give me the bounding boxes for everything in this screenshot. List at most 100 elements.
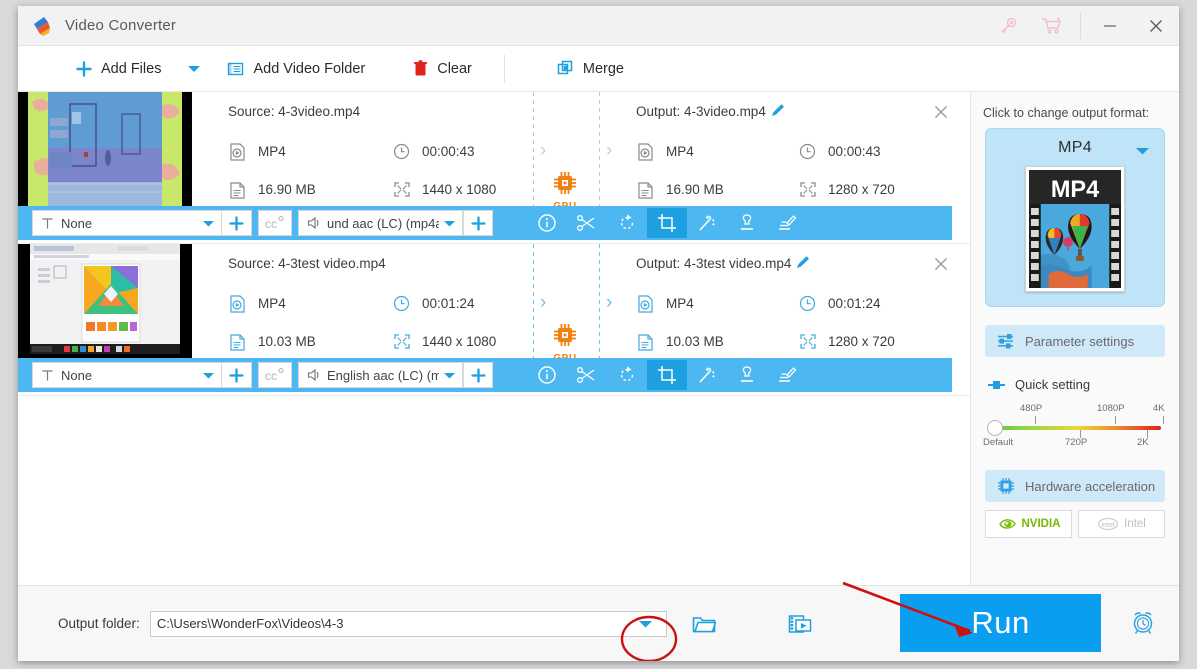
output-resolution-value: 1280 x 720: [828, 182, 895, 197]
effect-icon[interactable]: [687, 360, 727, 390]
output-format-value: MP4: [666, 144, 694, 159]
remove-item-button[interactable]: [933, 104, 951, 122]
caret-down-icon: [188, 65, 201, 72]
resolution-icon: [392, 332, 411, 351]
merge-button[interactable]: Merge: [547, 46, 634, 91]
output-duration-value: 00:00:43: [828, 144, 881, 159]
source-size-value: 10.03 MB: [258, 334, 316, 349]
add-subtitle-button[interactable]: [222, 210, 252, 236]
output-folder-input[interactable]: C:\Users\WonderFox\Videos\4-3: [149, 610, 667, 637]
info-icon[interactable]: [527, 360, 567, 390]
video-thumbnail: [18, 92, 192, 206]
source-duration-value: 00:00:43: [422, 144, 475, 159]
audio-track-select[interactable]: und aac (LC) (mp4a: [298, 210, 463, 236]
output-size-value: 10.03 MB: [666, 334, 724, 349]
schedule-button[interactable]: [1129, 608, 1157, 641]
svg-text:cc: cc: [265, 217, 277, 231]
slider-tick: [1035, 416, 1036, 424]
gpu-chip-icon: [554, 172, 576, 194]
output-duration: 00:00:43: [798, 142, 881, 161]
file-size-icon: [228, 332, 247, 351]
add-video-folder-label: Add Video Folder: [253, 60, 366, 77]
add-audio-button[interactable]: [463, 362, 493, 388]
media-library-button[interactable]: [777, 613, 823, 635]
crop-icon[interactable]: [647, 360, 687, 390]
minimize-button[interactable]: [1087, 6, 1133, 46]
slider-label-480p: 480P: [1020, 403, 1043, 414]
plus-icon: [470, 367, 486, 383]
closed-caption-button[interactable]: cc: [258, 362, 292, 388]
add-audio-button[interactable]: [463, 210, 493, 236]
format-thumbnail: MP4: [1025, 166, 1125, 292]
subtitle-select[interactable]: None: [32, 210, 222, 236]
rotate-icon[interactable]: [607, 208, 647, 238]
caret-down-icon[interactable]: [1135, 143, 1150, 161]
app-window: Video Converter Add Files Add Video Fold…: [18, 6, 1179, 661]
source-duration: 00:00:43: [392, 142, 475, 161]
rename-output-icon[interactable]: [794, 254, 811, 276]
source-filename: Source: 4-3test video.mp4: [228, 256, 386, 271]
slider-label-2k: 2K: [1137, 437, 1149, 448]
source-format: MP4: [228, 294, 286, 313]
remove-item-button[interactable]: [933, 256, 951, 274]
effect-icon[interactable]: [687, 208, 727, 238]
closed-caption-button[interactable]: cc: [258, 210, 292, 236]
watermark-icon[interactable]: [727, 208, 767, 238]
watermark-icon[interactable]: [727, 360, 767, 390]
output-folder-dropdown[interactable]: [626, 612, 666, 636]
video-file-icon: [636, 294, 655, 313]
output-settings-panel: Click to change output format: MP4 MP4 P…: [970, 92, 1179, 618]
add-video-folder-button[interactable]: Add Video Folder: [217, 46, 375, 91]
file-size-icon: [636, 332, 655, 351]
cut-icon[interactable]: [567, 360, 607, 390]
quality-slider[interactable]: 480P 1080P 4K Default 720P 2K: [983, 403, 1165, 460]
output-resolution: 1280 x 720: [798, 332, 895, 351]
output-format-value: MP4: [666, 296, 694, 311]
cut-icon[interactable]: [567, 208, 607, 238]
source-resolution: 1440 x 1080: [392, 332, 496, 351]
text-icon: [42, 217, 53, 228]
source-filename: Source: 4-3video.mp4: [228, 104, 361, 119]
slider-tick: [1115, 416, 1116, 424]
text-icon: [42, 369, 53, 380]
audio-track-select[interactable]: English aac (LC) (mp: [298, 362, 463, 388]
vendor-intel[interactable]: intel Intel: [1078, 510, 1165, 538]
rename-output-icon[interactable]: [769, 102, 786, 124]
close-button[interactable]: [1133, 6, 1179, 46]
output-resolution: 1280 x 720: [798, 180, 895, 199]
crop-icon[interactable]: [647, 208, 687, 238]
folder-icon: [692, 616, 716, 632]
open-folder-button[interactable]: [681, 614, 727, 634]
cart-icon[interactable]: [1030, 6, 1074, 46]
intel-icon: intel: [1098, 517, 1119, 531]
output-format-card[interactable]: MP4 MP4: [985, 128, 1165, 307]
vendor-nvidia[interactable]: NVIDIA: [985, 510, 1072, 538]
clear-button[interactable]: Clear: [403, 46, 482, 91]
slider-handle[interactable]: [987, 420, 1003, 436]
subtitle-icon[interactable]: [767, 360, 807, 390]
add-subtitle-button[interactable]: [222, 362, 252, 388]
source-resolution-value: 1440 x 1080: [422, 182, 497, 197]
clock-icon: [392, 294, 411, 313]
info-icon[interactable]: [527, 208, 567, 238]
item-tools: [527, 208, 807, 238]
sliders-icon: [998, 334, 1013, 349]
run-button[interactable]: Run: [900, 594, 1101, 652]
output-folder-path: C:\Users\WonderFox\Videos\4-3: [156, 616, 344, 631]
subtitle-select[interactable]: None: [32, 362, 222, 388]
nvidia-icon: [998, 519, 1016, 529]
output-folder-label: Output folder:: [58, 616, 140, 631]
parameter-settings-button[interactable]: Parameter settings: [985, 325, 1165, 357]
source-duration-value: 00:01:24: [422, 296, 475, 311]
source-format-value: MP4: [258, 144, 286, 159]
output-duration: 00:01:24: [798, 294, 881, 313]
cc-icon: cc: [265, 368, 284, 383]
add-files-button[interactable]: Add Files: [66, 46, 171, 91]
file-size-icon: [636, 180, 655, 199]
add-files-dropdown[interactable]: [171, 46, 217, 91]
key-icon[interactable]: [986, 6, 1030, 46]
subtitle-icon[interactable]: [767, 208, 807, 238]
audio-track-value: English aac (LC) (mp: [327, 367, 439, 383]
rotate-icon[interactable]: [607, 360, 647, 390]
hardware-acceleration-button[interactable]: Hardware acceleration: [985, 470, 1165, 502]
